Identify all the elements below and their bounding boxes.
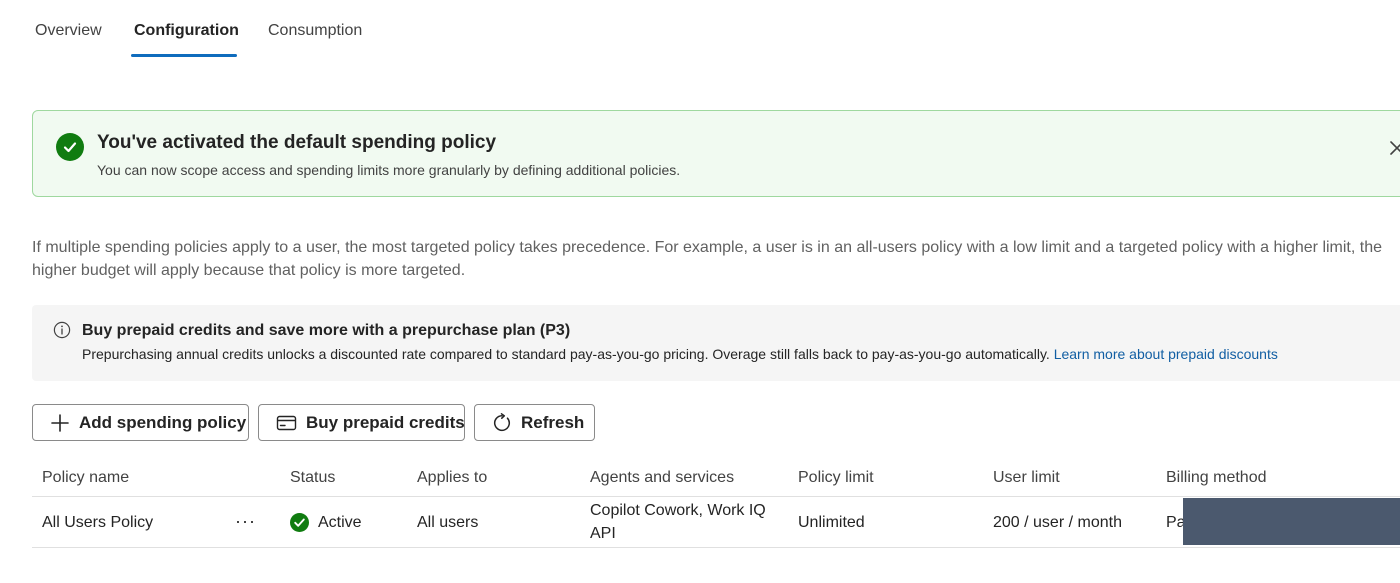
column-header-applies-to[interactable]: Applies to — [417, 469, 487, 487]
row-divider — [32, 547, 1400, 548]
refresh-label: Refresh — [521, 412, 585, 432]
column-header-billing-method[interactable]: Billing method — [1166, 469, 1267, 487]
add-spending-policy-button[interactable]: Add spending policy — [32, 404, 249, 441]
policy-precedence-description: If multiple spending policies apply to a… — [32, 239, 1383, 279]
info-body-text: Prepurchasing annual credits unlocks a d… — [82, 346, 1050, 362]
column-header-policy-name[interactable]: Policy name — [42, 469, 129, 487]
applies-to-cell: All users — [417, 514, 479, 531]
column-header-status[interactable]: Status — [290, 469, 335, 487]
buy-prepaid-credits-button[interactable]: Buy prepaid credits — [258, 404, 465, 441]
info-icon — [53, 321, 71, 339]
user-limit-cell: 200 / user / month — [993, 514, 1122, 531]
policy-limit-cell: Unlimited — [798, 514, 865, 531]
agents-cell-line1: Copilot Cowork, Work IQ — [590, 502, 766, 519]
header-divider — [32, 496, 1400, 497]
status-cell: Active — [318, 514, 362, 531]
tab-consumption[interactable]: Consumption — [268, 22, 362, 40]
column-header-policy-limit[interactable]: Policy limit — [798, 469, 874, 487]
tab-configuration[interactable]: Configuration — [134, 22, 239, 40]
success-check-icon — [56, 133, 84, 161]
agents-cell-line2: API — [590, 525, 616, 542]
buy-prepaid-credits-label: Buy prepaid credits — [306, 412, 465, 432]
banner-subtitle: You can now scope access and spending li… — [97, 162, 681, 178]
column-header-agents-and-services[interactable]: Agents and services — [590, 469, 734, 487]
close-icon[interactable] — [1388, 139, 1400, 157]
policy-name-cell[interactable]: All Users Policy — [42, 514, 153, 532]
learn-more-prepaid-link[interactable]: Learn more about prepaid discounts — [1054, 346, 1278, 362]
add-spending-policy-label: Add spending policy — [79, 412, 247, 432]
refresh-button[interactable]: Refresh — [474, 404, 595, 441]
tab-overview[interactable]: Overview — [35, 22, 102, 40]
redacted-overlay — [1183, 498, 1400, 545]
refresh-icon — [493, 412, 511, 431]
info-title: Buy prepaid credits and save more with a… — [82, 322, 571, 339]
banner-title: You've activated the default spending po… — [97, 132, 497, 153]
status-active-icon — [290, 513, 309, 532]
info-body: Prepurchasing annual credits unlocks a d… — [82, 346, 1278, 362]
plus-icon — [51, 413, 69, 432]
success-banner: You've activated the default spending po… — [32, 110, 1400, 197]
more-options-icon[interactable]: ··· — [235, 511, 256, 532]
credit-card-icon — [276, 415, 297, 430]
active-tab-indicator — [131, 54, 237, 57]
column-header-user-limit[interactable]: User limit — [993, 469, 1060, 487]
prepaid-info-box: Buy prepaid credits and save more with a… — [32, 305, 1400, 381]
